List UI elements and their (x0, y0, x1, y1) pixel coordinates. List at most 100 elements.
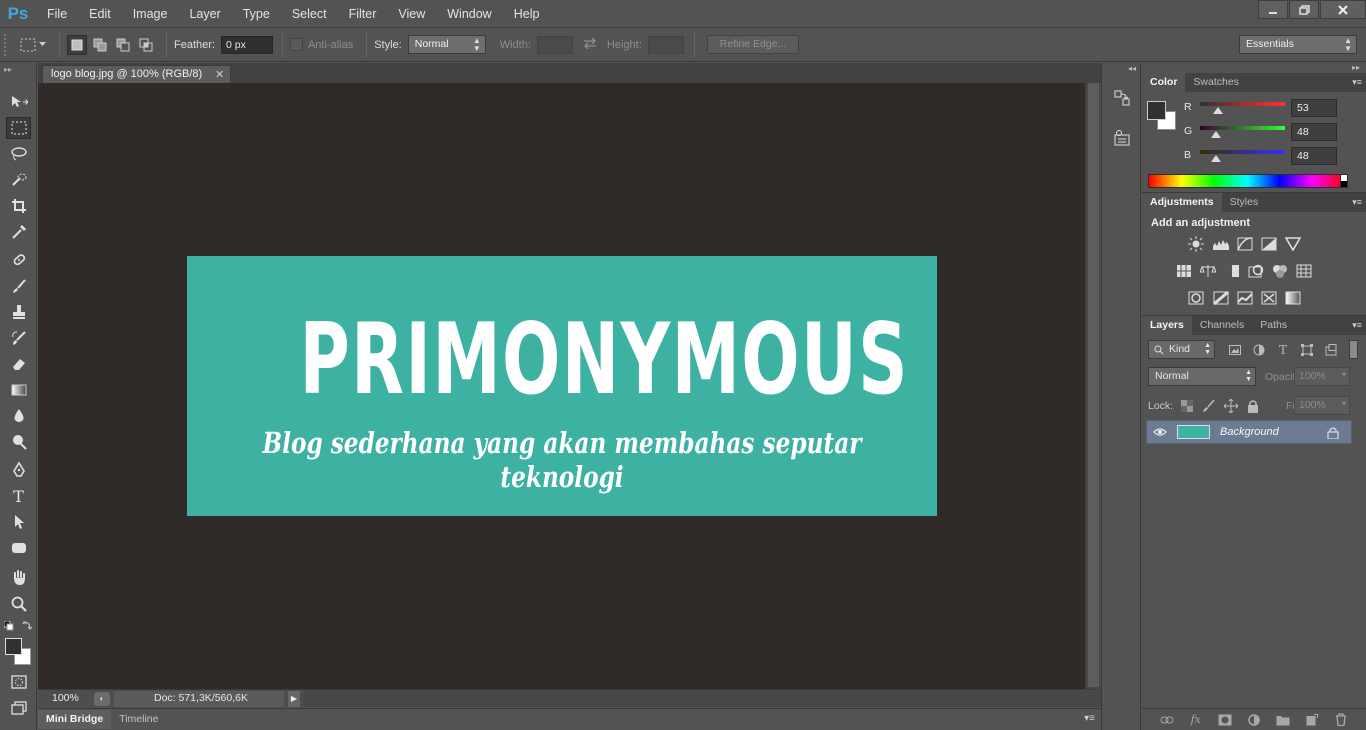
new-group-icon[interactable] (1275, 712, 1291, 728)
slider-b-thumb[interactable] (1210, 155, 1221, 162)
adjustment-layer-icon[interactable] (1246, 712, 1262, 728)
black-white-icon[interactable] (1223, 263, 1241, 279)
lock-all-icon[interactable] (1246, 399, 1260, 413)
panel-menu-icon[interactable]: ▾≡ (1084, 713, 1095, 724)
lock-transparent-pixels-icon[interactable] (1180, 399, 1194, 413)
fx-icon[interactable]: fx (1188, 712, 1204, 728)
style-select[interactable]: Normal ▲ ▼ (407, 35, 486, 54)
refine-edge-button[interactable]: Refine Edge... (706, 35, 800, 54)
menu-file[interactable]: File (36, 0, 78, 28)
threshold-icon[interactable] (1236, 290, 1254, 306)
layer-filter-kind-select[interactable]: Kind ▲ ▼ (1148, 340, 1215, 359)
filter-adjustment-icon[interactable] (1252, 343, 1266, 357)
exposure-icon[interactable] (1260, 236, 1278, 252)
type-tool[interactable]: T (6, 485, 31, 507)
add-selection-button[interactable] (90, 35, 110, 55)
tab-channels[interactable]: Channels (1192, 316, 1252, 335)
quick-mask-tool[interactable] (6, 671, 31, 693)
eyedropper-tool[interactable] (6, 221, 31, 243)
filter-smart-object-icon[interactable] (1324, 343, 1338, 357)
spot-healing-tool[interactable] (6, 249, 31, 271)
gradient-tool[interactable] (6, 379, 31, 401)
tab-timeline[interactable]: Timeline (111, 710, 166, 729)
vertical-scrollbar[interactable] (1085, 83, 1100, 689)
menu-view[interactable]: View (387, 0, 436, 28)
color-panel-menu-icon[interactable]: ▾≡ (1352, 77, 1362, 88)
slider-g[interactable]: G 48 (1184, 123, 1364, 141)
tab-color[interactable]: Color (1142, 73, 1186, 92)
gradient-map-icon[interactable] (1284, 290, 1302, 306)
screen-mode-tool[interactable] (6, 697, 31, 719)
posterize-icon[interactable] (1212, 290, 1230, 306)
layers-panel-menu-icon[interactable]: ▾≡ (1352, 320, 1362, 331)
history-brush-tool[interactable] (6, 327, 31, 349)
color-spectrum[interactable] (1148, 174, 1346, 188)
history-panel-button[interactable] (1110, 87, 1134, 109)
slider-r[interactable]: R 53 (1184, 99, 1364, 117)
swap-colors-icon[interactable] (22, 621, 32, 631)
photo-filter-icon[interactable] (1247, 263, 1265, 279)
status-menu-arrow-icon[interactable]: ▶ (288, 690, 300, 707)
canvas-area[interactable]: PRIMONYMOUS Blog sederhana yang akan mem… (38, 83, 1085, 689)
blur-tool[interactable] (6, 405, 31, 427)
clone-stamp-tool[interactable] (6, 301, 31, 323)
intersect-selection-button[interactable] (136, 35, 156, 55)
slider-b[interactable]: B 48 (1184, 147, 1364, 165)
menu-filter[interactable]: Filter (338, 0, 388, 28)
rectangular-marquee-tool[interactable] (6, 117, 31, 139)
slider-r-track[interactable] (1200, 102, 1285, 106)
brush-tool[interactable] (6, 275, 31, 297)
selective-color-icon[interactable] (1260, 290, 1278, 306)
tab-adjustments[interactable]: Adjustments (1142, 193, 1222, 212)
curves-icon[interactable] (1236, 236, 1254, 252)
foreground-color-swatch[interactable] (5, 638, 22, 655)
zoom-level[interactable]: 100% (38, 691, 90, 707)
filter-shape-icon[interactable] (1300, 343, 1314, 357)
color-balance-icon[interactable] (1199, 263, 1217, 279)
link-layers-icon[interactable] (1159, 712, 1175, 728)
hand-tool[interactable] (6, 567, 31, 589)
opacity-input[interactable]: 100% ▾ (1294, 367, 1350, 386)
new-selection-button[interactable] (67, 34, 87, 55)
invert-icon[interactable] (1187, 290, 1205, 306)
move-tool[interactable] (6, 91, 31, 113)
crop-tool[interactable] (6, 195, 31, 217)
slider-b-value[interactable]: 48 (1291, 147, 1337, 165)
subtract-selection-button[interactable] (113, 35, 133, 55)
black-white-ramp[interactable] (1340, 174, 1348, 188)
menu-select[interactable]: Select (281, 0, 338, 28)
lasso-tool[interactable] (6, 143, 31, 165)
menu-layer[interactable]: Layer (178, 0, 231, 28)
adjustments-panel-menu-icon[interactable]: ▾≡ (1352, 197, 1362, 208)
pen-tool[interactable] (6, 459, 31, 481)
default-colors-icon[interactable] (4, 621, 14, 631)
lock-position-icon[interactable] (1224, 399, 1238, 413)
quick-selection-tool[interactable] (6, 169, 31, 191)
workspace-select[interactable]: Essentials ▲ ▼ (1239, 35, 1357, 54)
color-panel-foreground-swatch[interactable] (1147, 101, 1166, 120)
properties-panel-button[interactable] (1110, 127, 1134, 149)
eraser-tool[interactable] (6, 353, 31, 375)
rectangle-tool[interactable] (6, 537, 31, 559)
color-lookup-icon[interactable] (1295, 263, 1313, 279)
options-grip[interactable] (4, 33, 12, 56)
document-image[interactable]: PRIMONYMOUS Blog sederhana yang akan mem… (187, 256, 937, 516)
tab-layers[interactable]: Layers (1142, 316, 1192, 335)
filter-toggle-switch[interactable] (1349, 340, 1358, 359)
filter-type-icon[interactable]: T (1276, 343, 1290, 357)
menu-edit[interactable]: Edit (78, 0, 122, 28)
brightness-contrast-icon[interactable] (1187, 236, 1205, 252)
eye-icon[interactable] (1153, 426, 1167, 438)
menu-image[interactable]: Image (122, 0, 179, 28)
channel-mixer-icon[interactable] (1271, 263, 1289, 279)
document-tab[interactable]: logo blog.jpg @ 100% (RGB/8) ✕ (42, 65, 232, 83)
add-mask-icon[interactable] (1217, 712, 1233, 728)
levels-icon[interactable] (1212, 236, 1230, 252)
vibrance-icon[interactable] (1284, 236, 1302, 252)
slider-r-thumb[interactable] (1212, 107, 1223, 114)
fill-input[interactable]: 100% ▾ (1294, 396, 1350, 415)
lock-image-pixels-icon[interactable] (1202, 399, 1216, 413)
slider-g-thumb[interactable] (1210, 131, 1221, 138)
tab-paths[interactable]: Paths (1252, 316, 1295, 335)
width-input[interactable] (536, 35, 573, 54)
